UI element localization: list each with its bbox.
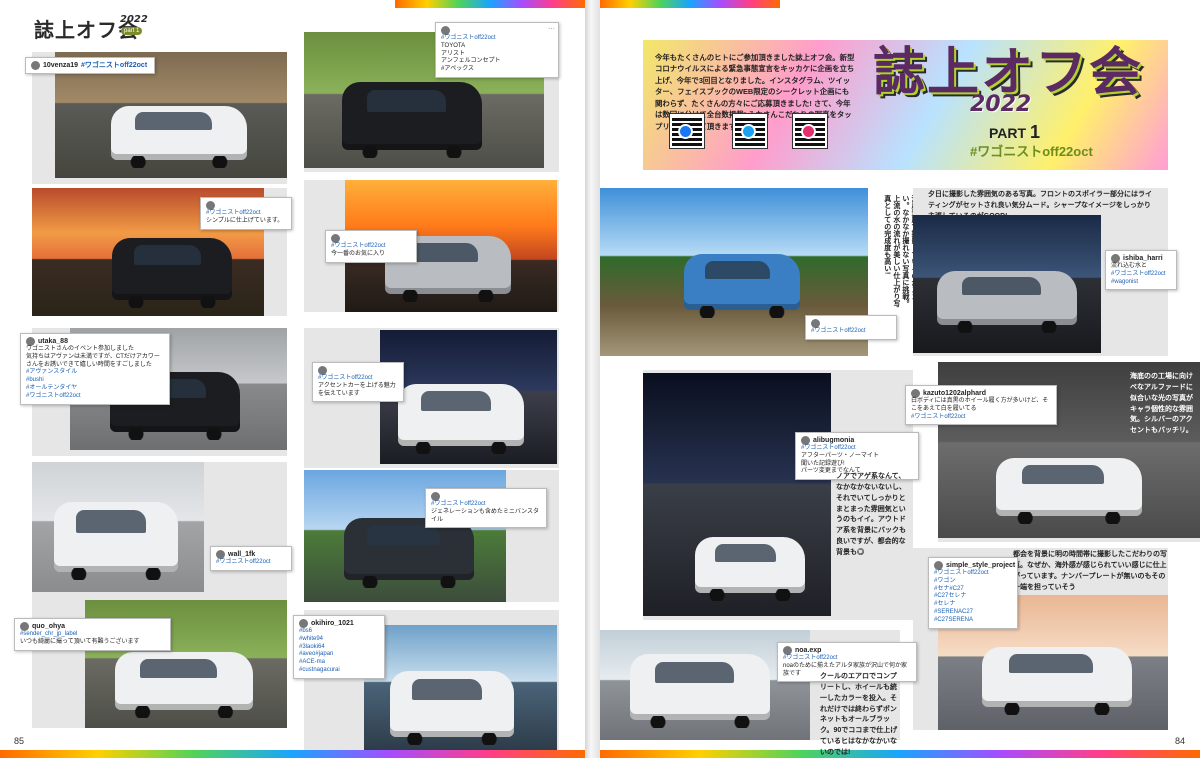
car-image xyxy=(982,647,1132,715)
car-image xyxy=(54,502,178,580)
part-label: PART 1 xyxy=(989,122,1040,142)
post-handle: wall_1fk xyxy=(216,550,286,560)
car-photo xyxy=(380,330,557,464)
avatar xyxy=(1111,254,1120,264)
instagram-icon xyxy=(801,124,816,139)
sns-post: #ワゴニストoff22oct ジェネレーションも含めたミニバンスタイル xyxy=(425,488,547,529)
main-hashtag: #ワゴニストoff22oct xyxy=(970,144,1093,159)
page-number: 85 xyxy=(14,736,25,746)
sns-post: quo_ohya #sender_chr_jp_label いつも綺麗に撮って頂… xyxy=(14,618,171,651)
post-handle: okihiro_1021 xyxy=(299,619,379,629)
car-image xyxy=(390,671,514,745)
avatar xyxy=(206,201,215,210)
sns-post: ⋯ #ワゴニストoff22oct TOYOTA アリスト アンフェルコンセプト … xyxy=(435,22,559,78)
post-handle xyxy=(206,201,286,210)
avatar xyxy=(20,622,29,632)
title-year: 2022 xyxy=(120,14,148,25)
sns-post: #ワゴニストoff22oct シンプルに仕上げています。 xyxy=(200,197,292,230)
sns-post: 10venza19 #ワゴニストoff22oct xyxy=(25,57,155,75)
avatar xyxy=(441,26,450,35)
post-handle: simple_style_project xyxy=(934,561,1015,571)
sns-post: wall_1fk #ワゴニストoff22oct xyxy=(210,546,292,571)
avatar xyxy=(783,646,792,656)
post-handle xyxy=(431,492,541,501)
post-handle: quo_ohya xyxy=(20,622,165,632)
avatar xyxy=(31,61,40,71)
car-image xyxy=(996,458,1142,524)
post-handle: 10venza19 #ワゴニストoff22oct xyxy=(31,61,149,71)
car-image xyxy=(695,537,805,601)
car-image xyxy=(115,652,253,718)
photo-caption: ノアでアゲ系なんて、なかなかないないし、それでいてしっかりとまとまった雰囲気とい… xyxy=(836,473,906,556)
post-handle xyxy=(811,319,891,328)
rainbow-bar xyxy=(395,0,585,8)
rainbow-bar xyxy=(600,0,780,8)
rainbow-bar xyxy=(0,750,585,758)
avatar xyxy=(431,492,440,501)
car-image xyxy=(111,106,247,168)
facebook-icon xyxy=(678,124,693,139)
car-photo xyxy=(913,215,1101,353)
avatar xyxy=(318,366,327,375)
sns-post: #ワゴニストoff22oct 今一番のお気に入り xyxy=(325,230,417,263)
title-year: 2022 xyxy=(970,92,1032,117)
car-image xyxy=(398,384,524,454)
car-image xyxy=(112,238,232,308)
sns-post: simple_style_project #ワゴニストoff22oct #ワゴン… xyxy=(928,557,1018,629)
avatar xyxy=(26,337,35,347)
post-handle xyxy=(331,234,411,243)
sns-post: kazuto1202alphard 白ボディには真黒のホイール履く方が多いけど、… xyxy=(905,385,1057,426)
avatar xyxy=(331,234,340,243)
sns-post: #ワゴニストoff22oct アクセントカーを上げる魅力を伝えています xyxy=(312,362,404,403)
twitter-icon xyxy=(741,124,756,139)
car-image xyxy=(937,271,1077,333)
photo-caption: 海底のの工場に向けペなアルファードに似合いな光の写真がキャラ個性的な雰囲気。シル… xyxy=(1130,373,1193,435)
sns-post: #ワゴニストoff22oct xyxy=(805,315,897,340)
post-handle: noa.exp xyxy=(783,646,911,656)
avatar xyxy=(934,561,943,571)
post-handle: kazuto1202alphard xyxy=(911,389,1051,399)
magazine-spread: 誌上オフ会 2022 part 1 10venza19 #ワゴニストoff22o… xyxy=(0,0,1200,758)
sns-post: okihiro_1021 #bs6 #white94 #3laoki64 #av… xyxy=(293,615,385,679)
photo-caption: クールのエアロでコンプリートし、ホイールも統一したカラーを投入。それだけでは終わ… xyxy=(820,673,898,756)
car-image xyxy=(684,254,800,318)
more-icon[interactable]: ⋯ xyxy=(548,25,555,34)
gutter xyxy=(585,0,600,758)
car-photo xyxy=(32,462,204,592)
avatar xyxy=(911,389,920,399)
car-photo xyxy=(643,373,831,616)
car-photo xyxy=(364,625,557,750)
avatar xyxy=(811,319,820,328)
post-handle: alibugmonia xyxy=(801,436,913,446)
post-handle xyxy=(441,26,553,35)
avatar xyxy=(216,550,225,560)
post-handle xyxy=(318,366,398,375)
page-number: 84 xyxy=(1175,736,1186,746)
photo-caption: 都会を背景に明の時間帯に撮影したこだわりの写真。なぜか、海外感が感じられていい感… xyxy=(1013,551,1167,591)
left-page: 誌上オフ会 2022 part 1 10venza19 #ワゴニストoff22o… xyxy=(0,0,585,758)
car-image xyxy=(342,82,482,158)
sns-post: utaka_88 ワゴニストさんのイベント参加しました 気持ちはアヴァンは未満で… xyxy=(20,333,170,405)
post-handle: utaka_88 xyxy=(26,337,164,347)
title-part-badge: part 1 xyxy=(121,27,143,35)
car-image xyxy=(630,654,770,728)
avatar xyxy=(801,436,810,446)
post-handle: ishiba_harri xyxy=(1111,254,1171,264)
sns-post: ishiba_harri 流れ込む水と #ワゴニストoff22oct #wago… xyxy=(1105,250,1177,291)
avatar xyxy=(299,619,308,629)
